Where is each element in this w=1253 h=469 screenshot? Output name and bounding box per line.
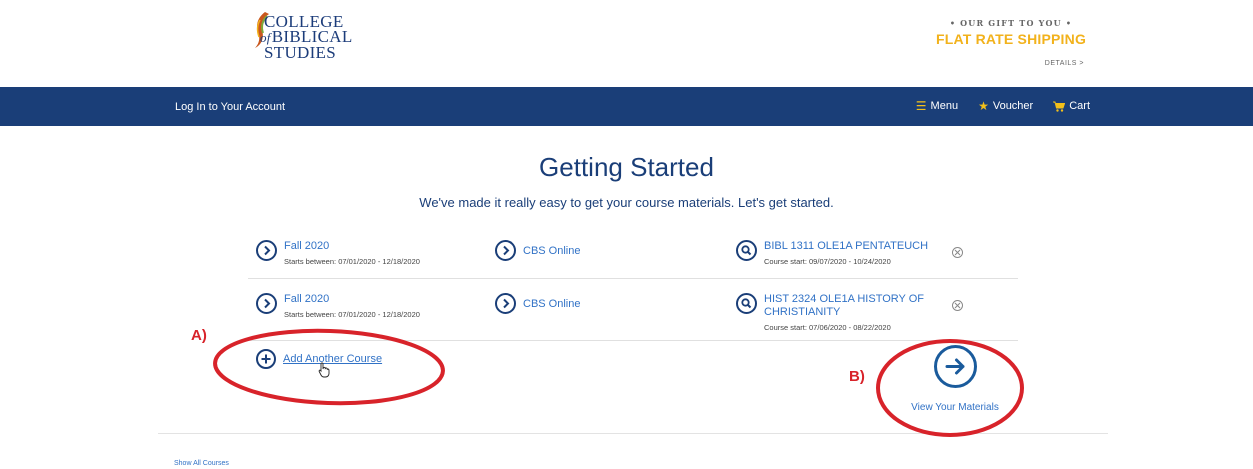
row-divider — [248, 340, 1018, 341]
course-selector[interactable]: HIST 2324 OLE1A HISTORY OF CHRISTIANITY … — [736, 293, 946, 334]
cart-icon — [1053, 101, 1066, 112]
row-divider — [248, 278, 1018, 279]
close-icon — [954, 302, 961, 309]
course-dates: Course start: 07/06/2020 - 08/22/2020 — [764, 323, 891, 332]
chevron-right-icon — [495, 293, 516, 314]
shipping-promo: • OUR GIFT TO YOU • FLAT RATE SHIPPING D… — [922, 18, 1100, 74]
magnifier-icon — [736, 293, 757, 314]
chevron-right-icon — [256, 293, 277, 314]
annotation-label-a: A) — [191, 327, 207, 344]
voucher-button[interactable]: ★ Voucher — [978, 98, 1034, 113]
term-selector[interactable]: Fall 2020 Starts between: 07/01/2020 - 1… — [256, 240, 420, 268]
remove-course-button[interactable] — [952, 247, 963, 258]
term-selector[interactable]: Fall 2020 Starts between: 07/01/2020 - 1… — [256, 293, 420, 321]
top-navbar: Log In to Your Account ☰ Menu ★ Voucher … — [0, 87, 1253, 126]
school-selector[interactable]: CBS Online — [495, 293, 580, 314]
remove-course-button[interactable] — [952, 300, 963, 311]
course-name: HIST 2324 OLE1A HISTORY OF CHRISTIANITY — [764, 293, 924, 318]
annotation-label-b: B) — [849, 368, 865, 385]
view-materials-label: View Your Materials — [911, 402, 999, 413]
promo-headline: FLAT RATE SHIPPING — [935, 31, 1087, 47]
page-title: Getting Started — [539, 152, 714, 182]
cart-button[interactable]: Cart — [1053, 100, 1090, 112]
promo-details-link[interactable]: DETAILS > — [1045, 60, 1084, 67]
cart-label: Cart — [1069, 100, 1090, 112]
promo-tagline: • OUR GIFT TO YOU • — [949, 18, 1073, 28]
term-name: Fall 2020 — [284, 293, 330, 305]
hand-cursor-icon — [318, 362, 330, 378]
view-materials-button[interactable]: View Your Materials — [890, 345, 1020, 419]
hamburger-icon: ☰ — [915, 98, 927, 113]
term-name: Fall 2020 — [284, 240, 330, 252]
school-name: CBS Online — [523, 298, 581, 310]
close-icon — [954, 249, 961, 256]
add-course-label: Add Another Course — [283, 353, 383, 365]
school-name: CBS Online — [523, 245, 581, 257]
logo-line-studies: STUDIES — [264, 43, 336, 62]
course-selector[interactable]: BIBL 1311 OLE1A PENTATEUCH Course start:… — [736, 240, 946, 268]
menu-button[interactable]: ☰ Menu — [915, 98, 959, 113]
menu-label: Menu — [930, 100, 959, 112]
course-row: Fall 2020 Starts between: 07/01/2020 - 1… — [248, 285, 1018, 340]
chevron-right-icon — [256, 240, 277, 261]
show-all-courses-link[interactable]: Show All Courses — [174, 460, 229, 467]
voucher-label: Voucher — [992, 100, 1034, 112]
course-name: BIBL 1311 OLE1A PENTATEUCH — [764, 240, 929, 252]
section-divider — [158, 433, 1108, 434]
magnifier-icon — [736, 240, 757, 261]
term-dates: Starts between: 07/01/2020 - 12/18/2020 — [284, 257, 420, 266]
plus-icon — [256, 349, 276, 369]
arrow-right-icon — [933, 345, 977, 388]
school-selector[interactable]: CBS Online — [495, 240, 580, 261]
nav-actions: ☰ Menu ★ Voucher Cart — [915, 98, 1090, 113]
star-icon: ★ — [978, 98, 989, 113]
course-dates: Course start: 09/07/2020 - 10/24/2020 — [764, 257, 891, 266]
page-subtitle: We've made it really easy to get your co… — [419, 195, 834, 210]
chevron-right-icon — [495, 240, 516, 261]
login-link[interactable]: Log In to Your Account — [175, 101, 285, 113]
term-dates: Starts between: 07/01/2020 - 12/18/2020 — [284, 310, 420, 319]
